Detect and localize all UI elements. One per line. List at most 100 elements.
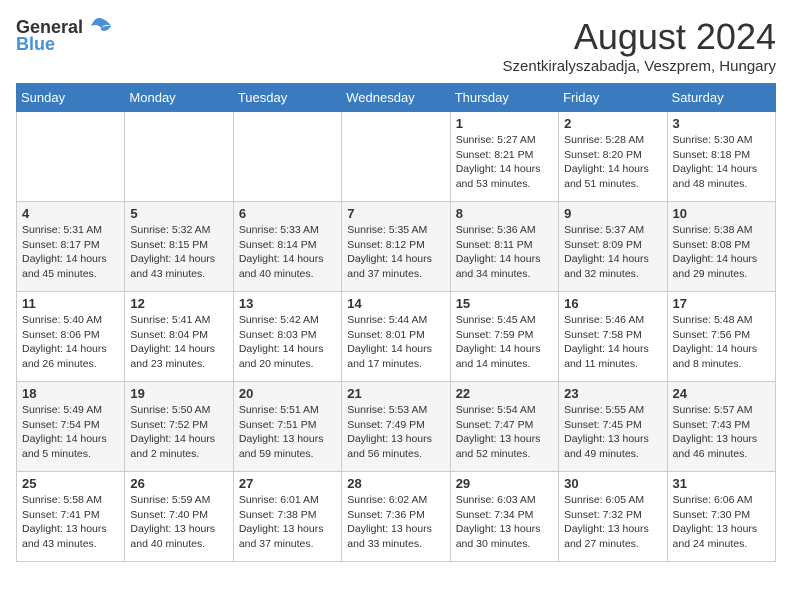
calendar-week-5: 25 Sunrise: 5:58 AM Sunset: 7:41 PM Dayli… (17, 472, 776, 562)
header-thursday: Thursday (450, 84, 558, 112)
day-number: 25 (22, 476, 119, 491)
calendar-cell (233, 112, 341, 202)
calendar-header-row: SundayMondayTuesdayWednesdayThursdayFrid… (17, 84, 776, 112)
day-number: 21 (347, 386, 444, 401)
calendar-week-1: 1 Sunrise: 5:27 AM Sunset: 8:21 PM Daylig… (17, 112, 776, 202)
day-number: 18 (22, 386, 119, 401)
day-info: Sunrise: 5:36 AM Sunset: 8:11 PM Dayligh… (456, 223, 553, 282)
calendar-cell: 11 Sunrise: 5:40 AM Sunset: 8:06 PM Dayli… (17, 292, 125, 382)
calendar-cell: 12Sunrise: 5:41 AM Sunset: 8:04 PM Dayli… (125, 292, 233, 382)
day-number: 2 (564, 116, 661, 131)
day-info: Sunrise: 5:44 AM Sunset: 8:01 PM Dayligh… (347, 313, 444, 372)
day-info: Sunrise: 5:46 AM Sunset: 7:58 PM Dayligh… (564, 313, 661, 372)
calendar-cell: 10 Sunrise: 5:38 AM Sunset: 8:08 PM Dayli… (667, 202, 775, 292)
calendar-cell: 23 Sunrise: 5:55 AM Sunset: 7:45 PM Dayli… (559, 382, 667, 472)
day-number: 1 (456, 116, 553, 131)
calendar-cell: 14 Sunrise: 5:44 AM Sunset: 8:01 PM Dayli… (342, 292, 450, 382)
day-number: 5 (130, 206, 227, 221)
day-number: 28 (347, 476, 444, 491)
day-info: Sunrise: 5:58 AM Sunset: 7:41 PM Dayligh… (22, 493, 119, 552)
calendar-cell: 15Sunrise: 5:45 AM Sunset: 7:59 PM Dayli… (450, 292, 558, 382)
day-number: 3 (673, 116, 770, 131)
day-info: Sunrise: 5:32 AM Sunset: 8:15 PM Dayligh… (130, 223, 227, 282)
day-info: Sunrise: 5:27 AM Sunset: 8:21 PM Dayligh… (456, 133, 553, 192)
calendar-cell: 1 Sunrise: 5:27 AM Sunset: 8:21 PM Daylig… (450, 112, 558, 202)
day-number: 9 (564, 206, 661, 221)
calendar-cell: 25 Sunrise: 5:58 AM Sunset: 7:41 PM Dayli… (17, 472, 125, 562)
day-info: Sunrise: 5:54 AM Sunset: 7:47 PM Dayligh… (456, 403, 553, 462)
calendar-cell: 2 Sunrise: 5:28 AM Sunset: 8:20 PM Daylig… (559, 112, 667, 202)
day-info: Sunrise: 5:33 AM Sunset: 8:14 PM Dayligh… (239, 223, 336, 282)
header-monday: Monday (125, 84, 233, 112)
day-number: 7 (347, 206, 444, 221)
header-sunday: Sunday (17, 84, 125, 112)
header-saturday: Saturday (667, 84, 775, 112)
calendar-cell: 26Sunrise: 5:59 AM Sunset: 7:40 PM Dayli… (125, 472, 233, 562)
calendar-cell: 28 Sunrise: 6:02 AM Sunset: 7:36 PM Dayli… (342, 472, 450, 562)
day-number: 24 (673, 386, 770, 401)
day-number: 6 (239, 206, 336, 221)
day-info: Sunrise: 5:42 AM Sunset: 8:03 PM Dayligh… (239, 313, 336, 372)
calendar-cell: 13Sunrise: 5:42 AM Sunset: 8:03 PM Dayli… (233, 292, 341, 382)
day-number: 27 (239, 476, 336, 491)
calendar-cell: 5 Sunrise: 5:32 AM Sunset: 8:15 PM Daylig… (125, 202, 233, 292)
day-number: 23 (564, 386, 661, 401)
calendar-week-3: 11 Sunrise: 5:40 AM Sunset: 8:06 PM Dayli… (17, 292, 776, 382)
day-info: Sunrise: 6:02 AM Sunset: 7:36 PM Dayligh… (347, 493, 444, 552)
day-info: Sunrise: 5:40 AM Sunset: 8:06 PM Dayligh… (22, 313, 119, 372)
day-number: 11 (22, 296, 119, 311)
calendar-cell: 6 Sunrise: 5:33 AM Sunset: 8:14 PM Daylig… (233, 202, 341, 292)
day-info: Sunrise: 5:53 AM Sunset: 7:49 PM Dayligh… (347, 403, 444, 462)
day-info: Sunrise: 5:55 AM Sunset: 7:45 PM Dayligh… (564, 403, 661, 462)
day-number: 22 (456, 386, 553, 401)
month-year: August 2024 (503, 16, 776, 58)
calendar-cell: 31 Sunrise: 6:06 AM Sunset: 7:30 PM Dayli… (667, 472, 775, 562)
calendar-cell: 18 Sunrise: 5:49 AM Sunset: 7:54 PM Dayli… (17, 382, 125, 472)
logo-bird-icon (85, 16, 113, 38)
calendar-cell: 24Sunrise: 5:57 AM Sunset: 7:43 PM Dayli… (667, 382, 775, 472)
calendar-cell: 27 Sunrise: 6:01 AM Sunset: 7:38 PM Dayli… (233, 472, 341, 562)
header-friday: Friday (559, 84, 667, 112)
day-number: 10 (673, 206, 770, 221)
day-info: Sunrise: 5:28 AM Sunset: 8:20 PM Dayligh… (564, 133, 661, 192)
calendar-cell: 4 Sunrise: 5:31 AM Sunset: 8:17 PM Daylig… (17, 202, 125, 292)
calendar-cell: 16Sunrise: 5:46 AM Sunset: 7:58 PM Dayli… (559, 292, 667, 382)
calendar-cell (342, 112, 450, 202)
day-info: Sunrise: 5:30 AM Sunset: 8:18 PM Dayligh… (673, 133, 770, 192)
day-number: 19 (130, 386, 227, 401)
day-info: Sunrise: 6:01 AM Sunset: 7:38 PM Dayligh… (239, 493, 336, 552)
day-info: Sunrise: 5:35 AM Sunset: 8:12 PM Dayligh… (347, 223, 444, 282)
day-number: 31 (673, 476, 770, 491)
calendar-cell: 9 Sunrise: 5:37 AM Sunset: 8:09 PM Daylig… (559, 202, 667, 292)
calendar-week-4: 18 Sunrise: 5:49 AM Sunset: 7:54 PM Dayli… (17, 382, 776, 472)
calendar-cell (17, 112, 125, 202)
logo-blue-text: Blue (16, 34, 55, 55)
day-info: Sunrise: 5:38 AM Sunset: 8:08 PM Dayligh… (673, 223, 770, 282)
calendar-cell: 7 Sunrise: 5:35 AM Sunset: 8:12 PM Daylig… (342, 202, 450, 292)
calendar-cell: 17Sunrise: 5:48 AM Sunset: 7:56 PM Dayli… (667, 292, 775, 382)
calendar-cell (125, 112, 233, 202)
day-info: Sunrise: 5:51 AM Sunset: 7:51 PM Dayligh… (239, 403, 336, 462)
day-info: Sunrise: 5:37 AM Sunset: 8:09 PM Dayligh… (564, 223, 661, 282)
location: Szentkiralyszabadja, Veszprem, Hungary (503, 58, 776, 75)
day-number: 29 (456, 476, 553, 491)
day-info: Sunrise: 5:31 AM Sunset: 8:17 PM Dayligh… (22, 223, 119, 282)
day-info: Sunrise: 5:49 AM Sunset: 7:54 PM Dayligh… (22, 403, 119, 462)
logo: General Blue (16, 16, 113, 55)
calendar-cell: 20 Sunrise: 5:51 AM Sunset: 7:51 PM Dayli… (233, 382, 341, 472)
calendar-cell: 21 Sunrise: 5:53 AM Sunset: 7:49 PM Dayli… (342, 382, 450, 472)
day-number: 20 (239, 386, 336, 401)
calendar-cell: 29Sunrise: 6:03 AM Sunset: 7:34 PM Dayli… (450, 472, 558, 562)
day-number: 8 (456, 206, 553, 221)
day-number: 4 (22, 206, 119, 221)
day-number: 26 (130, 476, 227, 491)
day-number: 12 (130, 296, 227, 311)
calendar-cell: 19Sunrise: 5:50 AM Sunset: 7:52 PM Dayli… (125, 382, 233, 472)
calendar-cell: 22 Sunrise: 5:54 AM Sunset: 7:47 PM Dayli… (450, 382, 558, 472)
day-info: Sunrise: 6:06 AM Sunset: 7:30 PM Dayligh… (673, 493, 770, 552)
calendar-week-2: 4 Sunrise: 5:31 AM Sunset: 8:17 PM Daylig… (17, 202, 776, 292)
day-info: Sunrise: 5:45 AM Sunset: 7:59 PM Dayligh… (456, 313, 553, 372)
calendar-cell: 30Sunrise: 6:05 AM Sunset: 7:32 PM Dayli… (559, 472, 667, 562)
day-number: 30 (564, 476, 661, 491)
day-number: 14 (347, 296, 444, 311)
